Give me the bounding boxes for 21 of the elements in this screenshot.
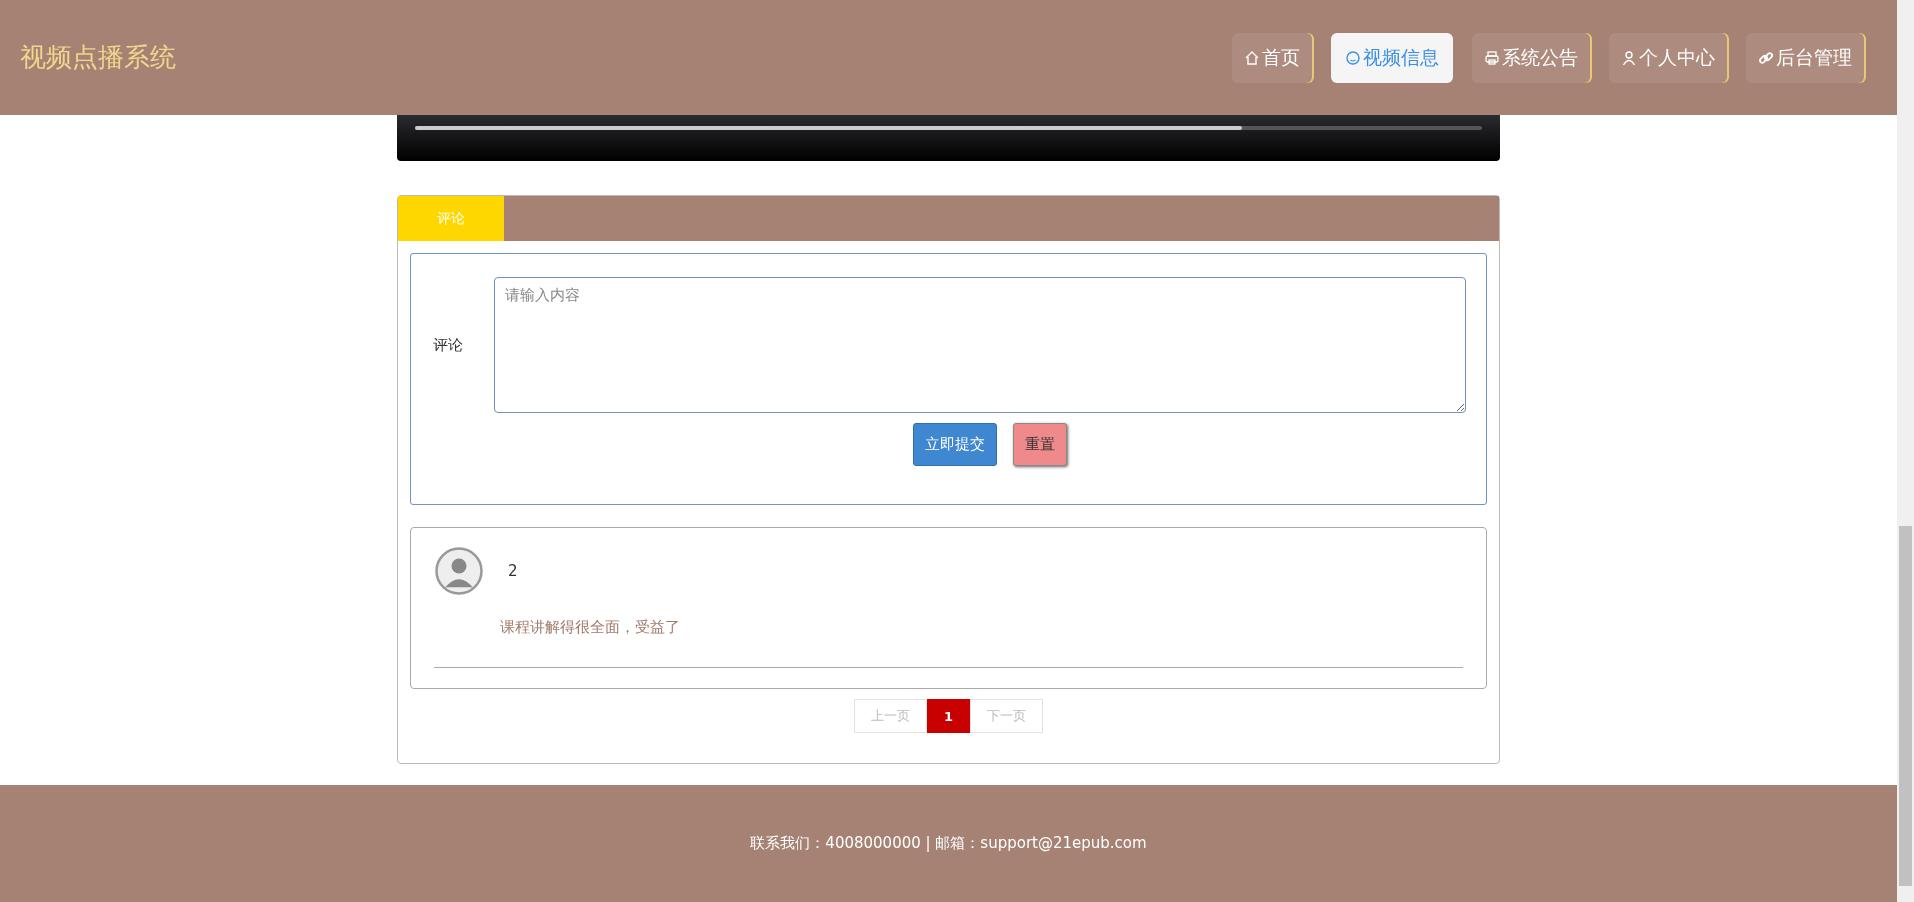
user-icon — [1621, 49, 1637, 66]
comment-label: 评论 — [433, 335, 463, 355]
nav-tab[interactable]: 首页 — [1232, 32, 1312, 83]
page-number[interactable]: 1 — [926, 699, 970, 733]
nav-tab[interactable]: 视频信息 — [1331, 32, 1453, 83]
nav-tab[interactable]: 系统公告 — [1472, 32, 1590, 83]
link-icon — [1758, 49, 1774, 66]
comment-input-field[interactable]: 请输入内容 — [494, 277, 1466, 413]
progress-track[interactable] — [415, 126, 1482, 130]
home-icon — [1244, 49, 1260, 66]
reset-button[interactable]: 重置 — [1012, 423, 1067, 466]
submit-button[interactable]: 立即提交 — [912, 423, 997, 466]
nav-tab[interactable]: 个人中心 — [1609, 32, 1727, 83]
avatar-icon — [434, 546, 484, 596]
circle-icon — [1345, 49, 1361, 66]
nav-tab[interactable]: 后台管理 — [1746, 32, 1864, 83]
site-title: 视频点播系统 — [20, 41, 176, 74]
comment-username: 2 — [508, 562, 518, 580]
comment-text: 课程讲解得很全面，受益了 — [500, 618, 681, 637]
footer-contact-text: 联系我们：4008000000 | 邮箱：support@21epub.com — [750, 834, 1147, 853]
printer-icon — [1484, 49, 1500, 66]
